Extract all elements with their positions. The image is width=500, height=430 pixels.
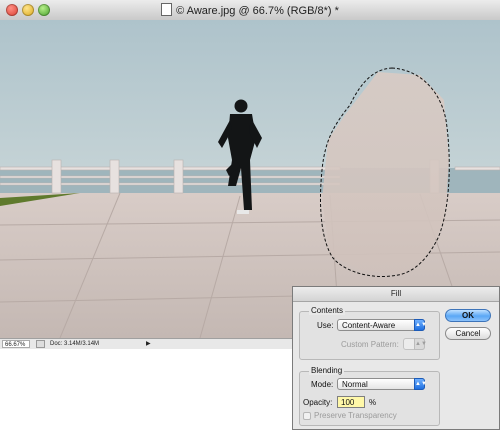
use-select-value: Content-Aware xyxy=(342,321,396,330)
custom-pattern-label: Custom Pattern: xyxy=(341,340,399,349)
opacity-unit: % xyxy=(369,398,377,407)
title-bar[interactable]: © Aware.jpg @ 66.7% (RGB/8*) * xyxy=(0,0,500,21)
ok-button[interactable]: OK xyxy=(445,309,491,322)
mode-label: Mode: xyxy=(311,380,334,389)
cancel-button[interactable]: Cancel xyxy=(445,327,491,340)
document-size-info: Doc: 3.14M/3.14M xyxy=(50,341,100,347)
zoom-level-field[interactable]: 66.67% xyxy=(2,340,30,348)
status-bar: 66.67% Doc: 3.14M/3.14M ▶ xyxy=(0,338,292,349)
chevron-updown-icon: ▲▼ xyxy=(414,338,427,350)
preserve-transparency-checkbox[interactable] xyxy=(303,412,311,420)
document-icon xyxy=(161,3,173,16)
fill-dialog: Fill Contents Use: Content-Aware ▲▼ Cust… xyxy=(292,286,500,430)
blending-group-label: Blending xyxy=(309,366,345,375)
dialog-title[interactable]: Fill xyxy=(293,287,499,302)
mode-select[interactable]: Normal ▲▼ xyxy=(337,378,427,390)
use-label: Use: xyxy=(317,321,334,330)
window-title-text: © Aware.jpg @ 66.7% (RGB/8*) * xyxy=(176,5,339,17)
use-select[interactable]: Content-Aware ▲▼ xyxy=(337,319,427,331)
contents-group-label: Contents xyxy=(309,306,346,315)
preserve-transparency-label: Preserve Transparency xyxy=(314,411,397,420)
chevron-updown-icon: ▲▼ xyxy=(414,319,427,331)
status-menu-arrow-icon[interactable]: ▶ xyxy=(146,340,151,348)
mode-select-value: Normal xyxy=(342,380,368,389)
opacity-input[interactable]: 100 xyxy=(337,396,365,408)
window-title: © Aware.jpg @ 66.7% (RGB/8*) * xyxy=(0,3,500,17)
chevron-updown-icon: ▲▼ xyxy=(414,378,427,390)
opacity-label: Opacity: xyxy=(303,398,333,407)
status-info-icon[interactable] xyxy=(36,340,45,348)
custom-pattern-select: ▲▼ xyxy=(403,338,427,350)
